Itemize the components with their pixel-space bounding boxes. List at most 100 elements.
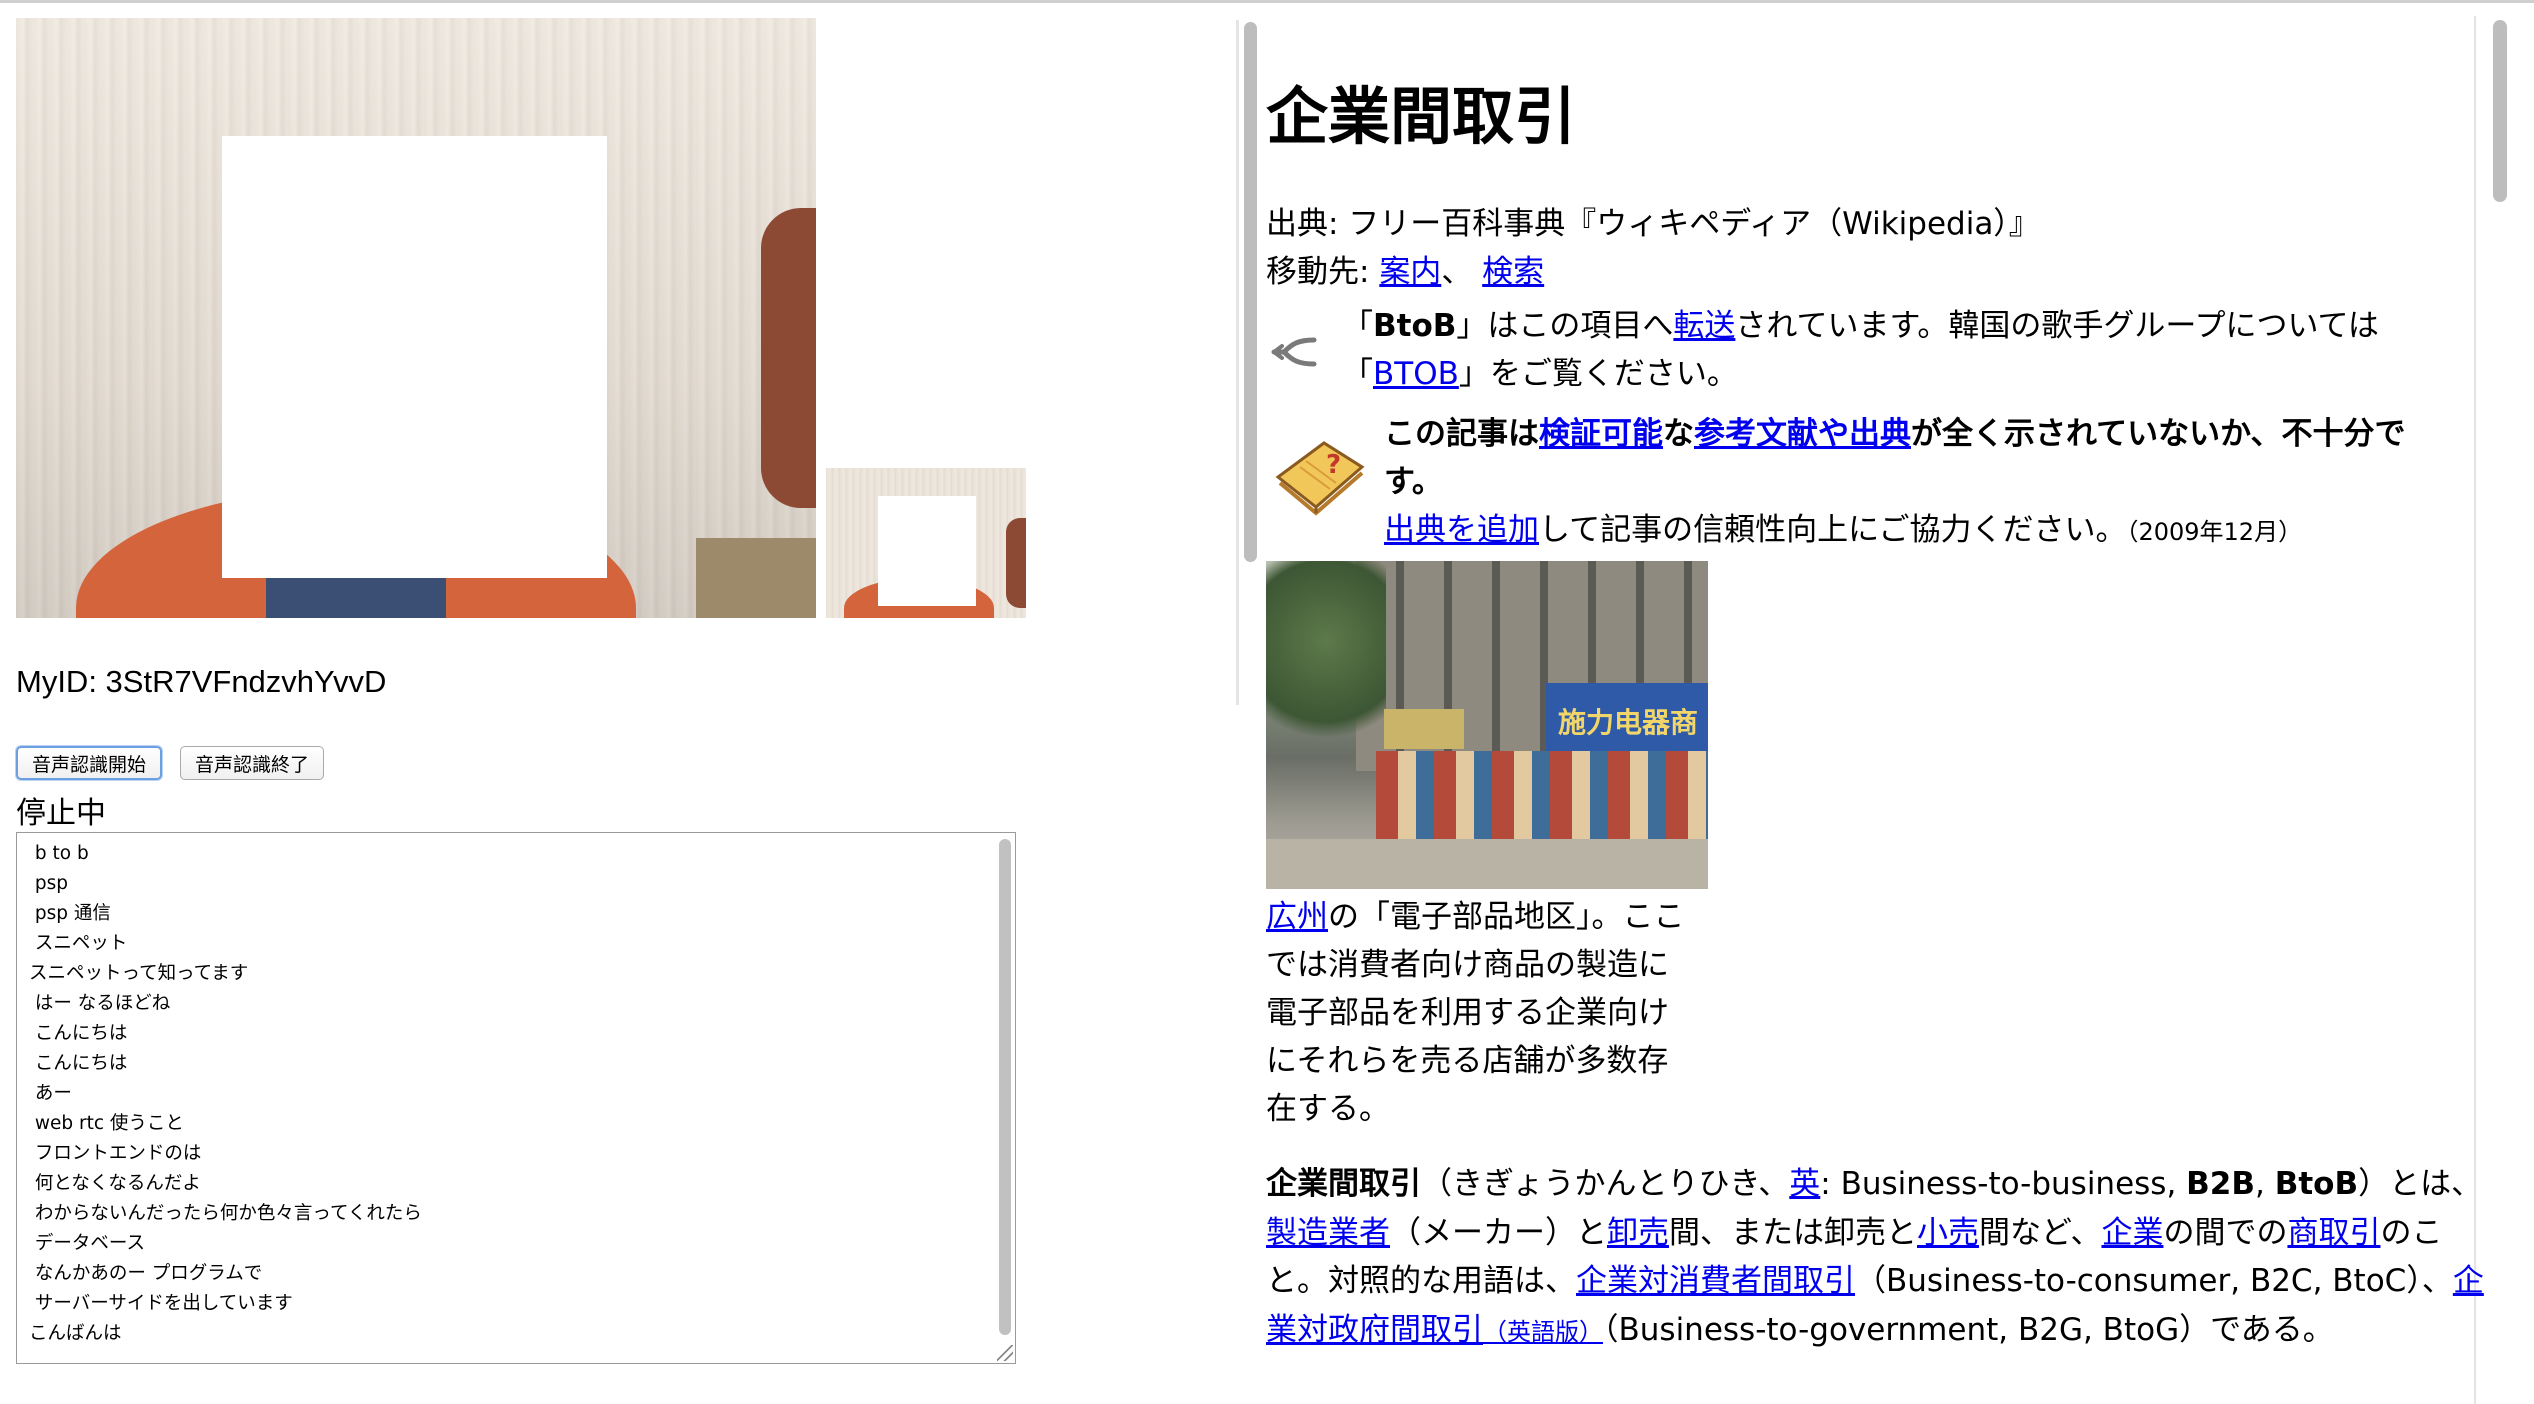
intro-text: （きぎょうかんとりひき、 xyxy=(1421,1166,1790,1202)
image-blue-shop-sign: 施力电器商 xyxy=(1546,683,1708,753)
remote-video xyxy=(826,468,1026,618)
nav-prefix: 移動先: xyxy=(1266,254,1380,290)
hatnote-text: 」はこの項目へ xyxy=(1456,308,1674,344)
window-top-border xyxy=(0,0,2534,3)
transcript-line: 何となくなるんだよ xyxy=(29,1173,201,1194)
ambox-text: この記事は xyxy=(1384,416,1539,452)
intro-text: （メーカー）と xyxy=(1390,1214,1607,1251)
intro-text: : Business-to-business, xyxy=(1820,1166,2187,1202)
right-frame-scrollbar-thumb[interactable] xyxy=(2493,20,2507,202)
redirect-icon xyxy=(1271,337,1317,367)
page-title: 企業間取引 xyxy=(1266,80,1577,153)
hatnote-text: 「 xyxy=(1342,308,1373,344)
intro-text: ）とは、 xyxy=(2358,1166,2483,1202)
resize-grip-icon[interactable] xyxy=(997,1345,1013,1361)
hatnote-text: 「 xyxy=(1342,356,1373,392)
transcript-line: psp xyxy=(29,873,69,894)
stop-speech-recognition-button[interactable]: 音声認識終了 xyxy=(180,746,325,780)
ambox-text: が全く示されていないか、不十分で xyxy=(1911,416,2406,452)
transcript-line: こんにちは xyxy=(29,1023,128,1044)
nav-guide-link[interactable]: 案内 xyxy=(1379,254,1441,290)
intro-text: （Business-to-government, B2G, BtoG）である。 xyxy=(1603,1311,2334,1348)
wholesale-link[interactable]: 卸売 xyxy=(1607,1215,1669,1251)
remote-video-background-object xyxy=(1006,518,1026,608)
hatnote-line-2: 「BTOB」をご覧ください。 xyxy=(1342,350,1738,398)
ambox-text: な xyxy=(1663,416,1694,452)
hatnote-text: 」をご覧ください。 xyxy=(1458,356,1738,392)
book-question-icon: ? xyxy=(1275,441,1365,516)
transcript-scrollbar[interactable] xyxy=(995,839,1013,1339)
transcript-line: こんにちは xyxy=(29,1053,128,1074)
commerce-link[interactable]: 商取引 xyxy=(2287,1215,2380,1251)
hatnote-line-1: 「BtoB」はこの項目へ転送されています。韓国の歌手グループについては xyxy=(1342,302,2379,350)
ambox-line-1: この記事は検証可能な参考文献や出典が全く示されていないか、不十分で xyxy=(1384,410,2405,458)
redirect-link[interactable]: 転送 xyxy=(1673,308,1735,344)
transcript-line: サーバーサイドを出しています xyxy=(29,1293,293,1314)
transcript-line: なんかあのー プログラムで xyxy=(29,1263,263,1284)
intro-text: , xyxy=(2255,1166,2275,1202)
guangzhou-street-image[interactable]: 施力电器商 xyxy=(1266,561,1708,889)
verifiability-link[interactable]: 検証可能 xyxy=(1539,416,1663,452)
ambox-text: して記事の信頼性向上にご協力ください。 xyxy=(1539,512,2127,548)
source-line: 出典: フリー百科事典『ウィキペディア（Wikipedia）』 xyxy=(1266,206,2040,242)
hatnote-bold-term: BtoB xyxy=(1373,308,1457,344)
transcript-line: スニペット xyxy=(29,933,128,954)
svg-text:?: ? xyxy=(1326,450,1341,480)
intro-paragraph: 企業間取引（きぎょうかんとりひき、英: Business-to-business… xyxy=(1266,1160,2486,1356)
ambox-date: （2009年12月） xyxy=(2126,518,2303,546)
intro-text: の間での xyxy=(2163,1214,2288,1251)
jump-to-nav: 移動先: 案内、 検索 xyxy=(1266,248,1544,296)
english-link[interactable]: 英 xyxy=(1789,1166,1820,1202)
transcript-line: web rtc 使うこと xyxy=(29,1113,184,1134)
company-link[interactable]: 企業 xyxy=(2101,1215,2163,1251)
image-sign-text: 施力电器商 xyxy=(1558,706,1699,739)
intro-bold-b2b: B2B xyxy=(2186,1166,2255,1202)
transcript-line: こんばんは xyxy=(29,1323,122,1344)
intro-bold-btob: BtoB xyxy=(2274,1166,2359,1202)
nav-search-link[interactable]: 検索 xyxy=(1482,254,1544,290)
transcript-line: あー xyxy=(29,1083,72,1104)
caption-text: の「電子部品地区」。ここでは消費者向け商品の製造に電子部品を利用する企業向けにそ… xyxy=(1266,899,1685,1127)
video-background-fabric xyxy=(696,538,816,618)
hatnote-text: されています。韓国の歌手グループについては xyxy=(1735,308,2379,344)
image-street xyxy=(1266,839,1708,889)
ambox-line-2: す。 xyxy=(1384,464,1443,500)
left-frame-scrollbar-thumb[interactable] xyxy=(1244,22,1257,562)
intro-bold-term: 企業間取引 xyxy=(1266,1166,1421,1202)
remote-face-redaction-box xyxy=(878,496,976,606)
image-shop-sign xyxy=(1384,709,1464,749)
my-id-label: MyID: 3StR7VFndzvhYvvD xyxy=(16,664,387,699)
face-redaction-box xyxy=(222,136,607,578)
transcript-line: b to b xyxy=(29,843,89,864)
transcript-lines: b to b psp psp 通信 スニペットスニペットって知ってます はー な… xyxy=(17,833,1015,1349)
references-link[interactable]: 参考文献や出典 xyxy=(1694,416,1911,452)
recognition-status: 停止中 xyxy=(16,796,106,831)
image-tree xyxy=(1266,561,1386,761)
nav-separator: 、 xyxy=(1441,254,1483,290)
intro-text: （Business-to-consumer, B2C, BtoC）、 xyxy=(1855,1263,2453,1299)
guangzhou-link[interactable]: 広州 xyxy=(1266,899,1328,935)
manufacturer-link[interactable]: 製造業者 xyxy=(1266,1215,1390,1251)
retail-link[interactable]: 小売 xyxy=(1917,1215,1979,1251)
intro-text: 間など、 xyxy=(1979,1214,2102,1251)
b2c-link[interactable]: 企業対消費者間取引 xyxy=(1576,1263,1855,1299)
image-storefronts xyxy=(1376,751,1708,841)
transcript-line: フロントエンドのは xyxy=(29,1143,202,1164)
transcript-line: データベース xyxy=(29,1233,145,1254)
video-background-object xyxy=(761,208,816,508)
transcript-line: スニペットって知ってます xyxy=(29,963,249,984)
ambox-line-3: 出典を追加して記事の信頼性向上にご協力ください。（2009年12月） xyxy=(1384,506,2302,556)
transcript-line: psp 通信 xyxy=(29,903,111,924)
start-speech-recognition-button[interactable]: 音声認識開始 xyxy=(16,746,163,780)
btob-group-link[interactable]: BTOB xyxy=(1373,356,1459,392)
add-citation-link[interactable]: 出典を追加 xyxy=(1384,512,1539,548)
transcript-textarea[interactable]: b to b psp psp 通信 スニペットスニペットって知ってます はー な… xyxy=(16,832,1016,1364)
local-video xyxy=(16,18,816,618)
transcript-line: わからないんだったら何か色々言ってくれたら xyxy=(29,1203,422,1224)
image-caption: 広州の「電子部品地区」。ここでは消費者向け商品の製造に電子部品を利用する企業向け… xyxy=(1266,893,1696,1133)
english-version-link[interactable]: （英語版） xyxy=(1483,1318,1603,1346)
pane-divider xyxy=(1236,20,1239,705)
intro-text: 間、または卸売と xyxy=(1669,1214,1917,1251)
transcript-line: はー なるほどね xyxy=(29,993,171,1014)
transcript-scrollbar-thumb[interactable] xyxy=(999,839,1011,1335)
